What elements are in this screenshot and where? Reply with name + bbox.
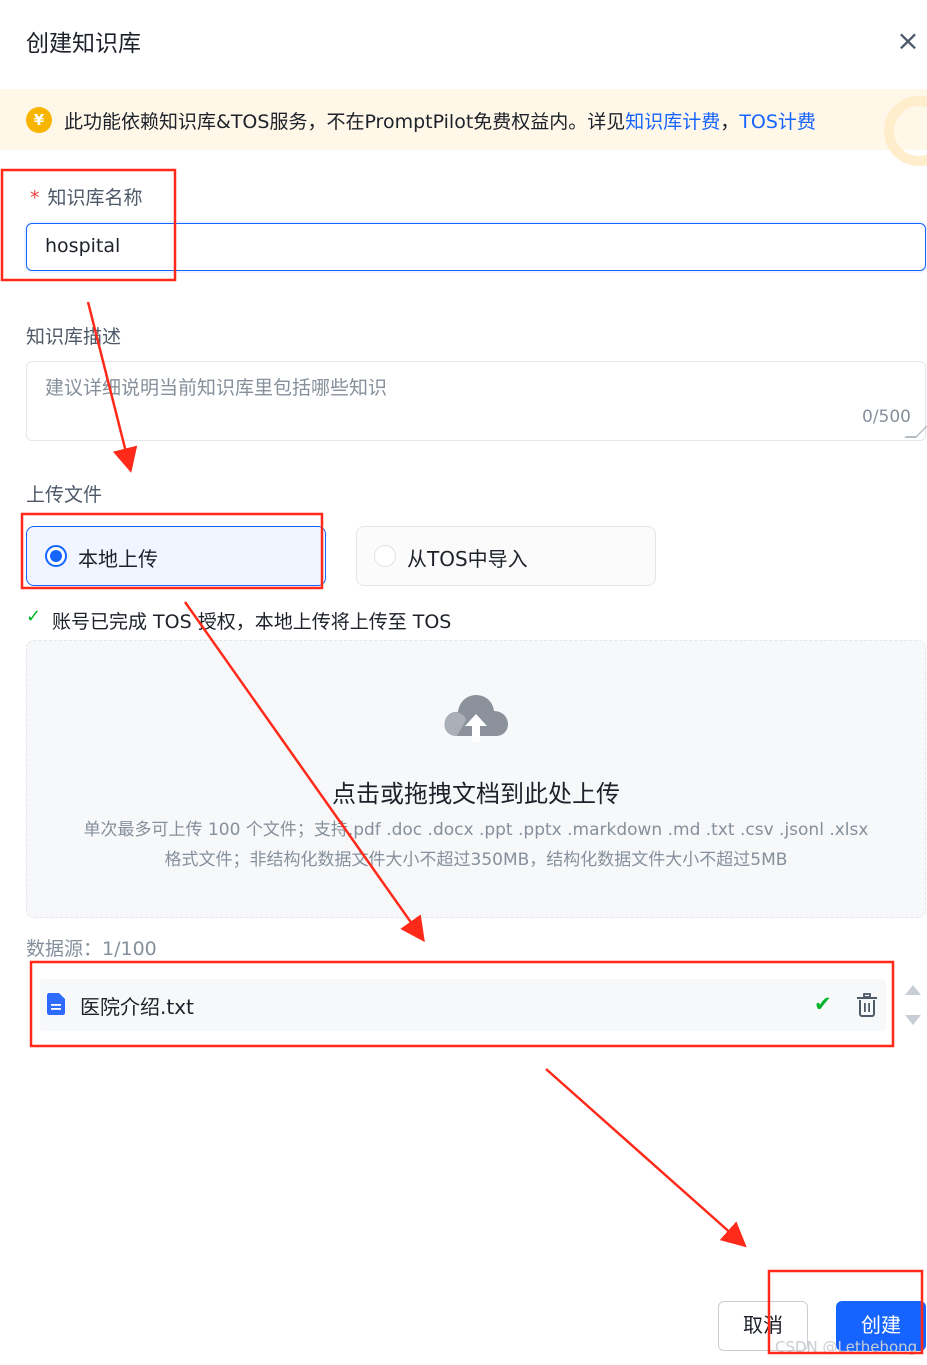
radio-tos[interactable] [374,545,396,567]
radio-local-selected[interactable] [45,545,67,567]
document-icon [47,993,65,1015]
cloud-upload-icon [444,695,508,742]
name-label-text: 知识库名称 [47,187,143,209]
scroll-up-arrow-icon[interactable] [905,985,921,995]
coin-icon: ¥ [26,107,52,133]
upload-option-tos-label: 从TOS中导入 [407,547,528,571]
required-mark: * [30,187,40,209]
trash-icon[interactable] [856,993,878,1017]
dropzone-hint: 单次最多可上传 100 个文件；支持.pdf .doc .docx .ppt .… [83,820,869,870]
char-counter: 0/500 [862,407,911,427]
close-icon[interactable]: × [893,26,923,56]
annotation-arrow-3 [545,1068,747,1248]
dialog-title: 创建知识库 [26,31,141,57]
upload-option-local[interactable] [26,526,326,586]
name-label: * 知识库名称 [30,183,143,210]
banner-text: 此功能依赖知识库&TOS服务，不在PromptPilot免费权益内。详见知识库计… [64,107,816,134]
file-name: 医院介绍.txt [80,995,194,1019]
banner-message: 此功能依赖知识库&TOS服务，不在PromptPilot免费权益内。详见 [64,111,626,133]
scroll-down-arrow-icon[interactable] [905,1015,921,1025]
kb-billing-link[interactable]: 知识库计费 [625,111,720,133]
watermark: CSDN @Lethehong [775,1338,918,1356]
upload-label: 上传文件 [26,484,103,506]
dropzone-title: 点击或拖拽文档到此处上传 [332,780,620,808]
description-placeholder: 建议详细说明当前知识库里包括哪些知识 [45,377,388,399]
tos-billing-link[interactable]: TOS计费 [739,111,816,133]
upload-option-local-label: 本地上传 [78,547,158,571]
upload-success-icon: ✔ [814,992,832,1016]
banner-separator: ， [720,111,740,133]
auth-notice: 账号已完成 TOS 授权，本地上传将上传至 TOS [52,611,452,633]
kb-name-input[interactable]: hospital [26,223,926,271]
check-icon: ✓ [26,606,42,627]
description-label: 知识库描述 [26,326,122,348]
datasource-count: 数据源：1/100 [26,938,157,960]
